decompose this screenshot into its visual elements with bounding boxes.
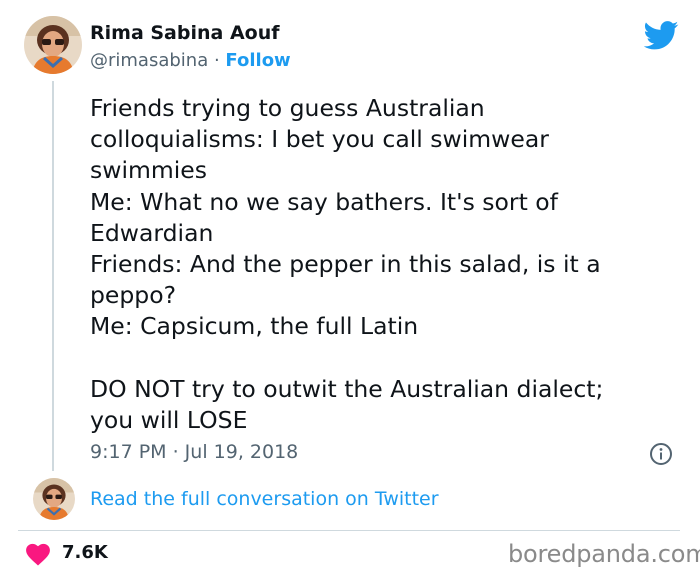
tweet-line: Me: What no we say bathers. It's sort of bbox=[90, 187, 558, 216]
tweet-text: Friends trying to guess Australian collo… bbox=[90, 93, 680, 436]
read-conversation-link[interactable]: Read the full conversation on Twitter bbox=[90, 488, 439, 510]
follow-button[interactable]: Follow bbox=[225, 50, 290, 71]
conversation-avatar[interactable] bbox=[33, 478, 75, 520]
avatar-image bbox=[24, 16, 82, 74]
tweet-line: Me: Capsicum, the full Latin bbox=[90, 312, 419, 341]
tweet-line: peppo? bbox=[90, 281, 177, 310]
avatar-image bbox=[33, 478, 75, 520]
author-meta: @rimasabina · Follow bbox=[90, 50, 291, 71]
tweet-line: colloquialisms: I bet you call swimwear bbox=[90, 125, 549, 154]
info-icon[interactable] bbox=[649, 442, 673, 466]
twitter-bird-icon[interactable] bbox=[643, 21, 679, 50]
tweet-line: DO NOT try to outwit the Australian dial… bbox=[90, 374, 604, 403]
heart-icon[interactable] bbox=[25, 542, 51, 566]
tweet-line bbox=[90, 343, 680, 374]
tweet-line: you will LOSE bbox=[90, 405, 248, 434]
tweet-line: Friends trying to guess Australian bbox=[90, 94, 485, 122]
likes-count[interactable]: 7.6K bbox=[62, 542, 108, 563]
author-handle[interactable]: @rimasabina bbox=[90, 50, 208, 71]
author-avatar[interactable] bbox=[24, 16, 82, 74]
author-name[interactable]: Rima Sabina Aouf bbox=[90, 22, 280, 44]
tweet-line: Edwardian bbox=[90, 218, 214, 247]
thread-line bbox=[52, 81, 54, 471]
tweet-line: swimmies bbox=[90, 156, 208, 185]
watermark: boredpanda.com bbox=[508, 540, 700, 568]
tweet-line: Friends: And the pepper in this salad, i… bbox=[90, 249, 601, 278]
tweet-timestamp[interactable]: 9:17 PM · Jul 19, 2018 bbox=[90, 441, 298, 463]
meta-separator: · bbox=[208, 50, 226, 71]
divider bbox=[18, 530, 680, 531]
